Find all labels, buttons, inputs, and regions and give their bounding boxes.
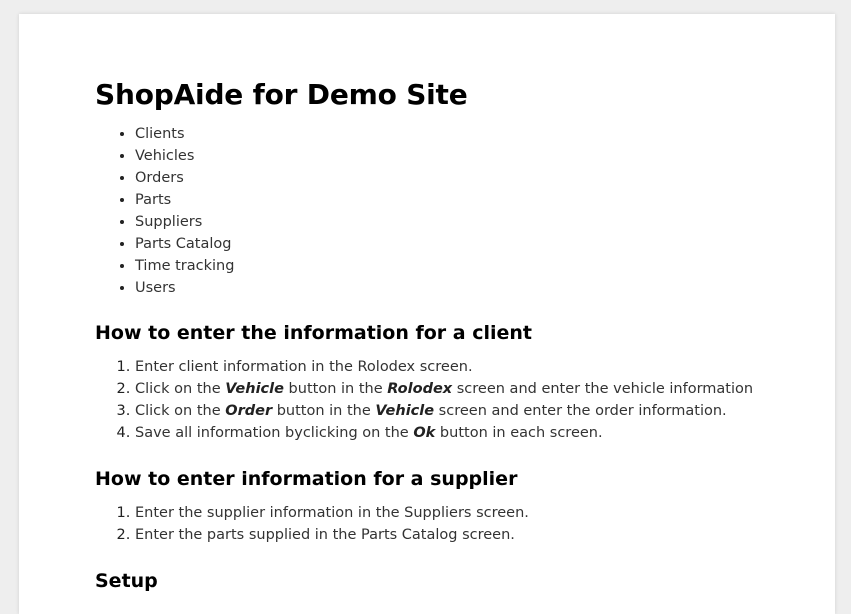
rolodex-screen-ref: Rolodex xyxy=(387,381,453,397)
vehicle-screen-ref: Vehicle xyxy=(375,403,435,419)
menu-item-suppliers[interactable]: Suppliers xyxy=(135,211,835,233)
page-title: ShopAide for Demo Site xyxy=(95,78,468,111)
setup-section-heading: Setup xyxy=(95,570,158,592)
menu-item-users[interactable]: Users xyxy=(135,277,835,299)
menu-list: Clients Vehicles Orders Parts Suppliers … xyxy=(95,123,835,299)
menu-item-clients[interactable]: Clients xyxy=(135,123,835,145)
client-step-4: Save all information byclicking on the O… xyxy=(135,422,835,444)
ok-button-ref: Ok xyxy=(413,425,436,441)
menu-item-parts-catalog[interactable]: Parts Catalog xyxy=(135,233,835,255)
client-step-3: Click on the Order button in the Vehicle… xyxy=(135,400,835,422)
client-section-heading: How to enter the information for a clien… xyxy=(95,322,533,344)
document-page: ShopAide for Demo Site Clients Vehicles … xyxy=(19,14,835,614)
vehicle-button-ref: Vehicle xyxy=(225,381,284,397)
supplier-step-1: Enter the supplier information in the Su… xyxy=(135,502,835,524)
menu-item-orders[interactable]: Orders xyxy=(135,167,835,189)
supplier-step-2: Enter the parts supplied in the Parts Ca… xyxy=(135,524,835,546)
client-step-1: Enter client information in the Rolodex … xyxy=(135,356,835,378)
supplier-section-heading: How to enter information for a supplier xyxy=(95,468,518,490)
client-steps-list: Enter client information in the Rolodex … xyxy=(95,356,835,444)
client-step-2: Click on the Vehicle button in the Rolod… xyxy=(135,378,835,400)
order-button-ref: Order xyxy=(225,403,273,419)
menu-item-time-tracking[interactable]: Time tracking xyxy=(135,255,835,277)
supplier-steps-list: Enter the supplier information in the Su… xyxy=(95,502,835,546)
menu-item-parts[interactable]: Parts xyxy=(135,189,835,211)
menu-item-vehicles[interactable]: Vehicles xyxy=(135,145,835,167)
